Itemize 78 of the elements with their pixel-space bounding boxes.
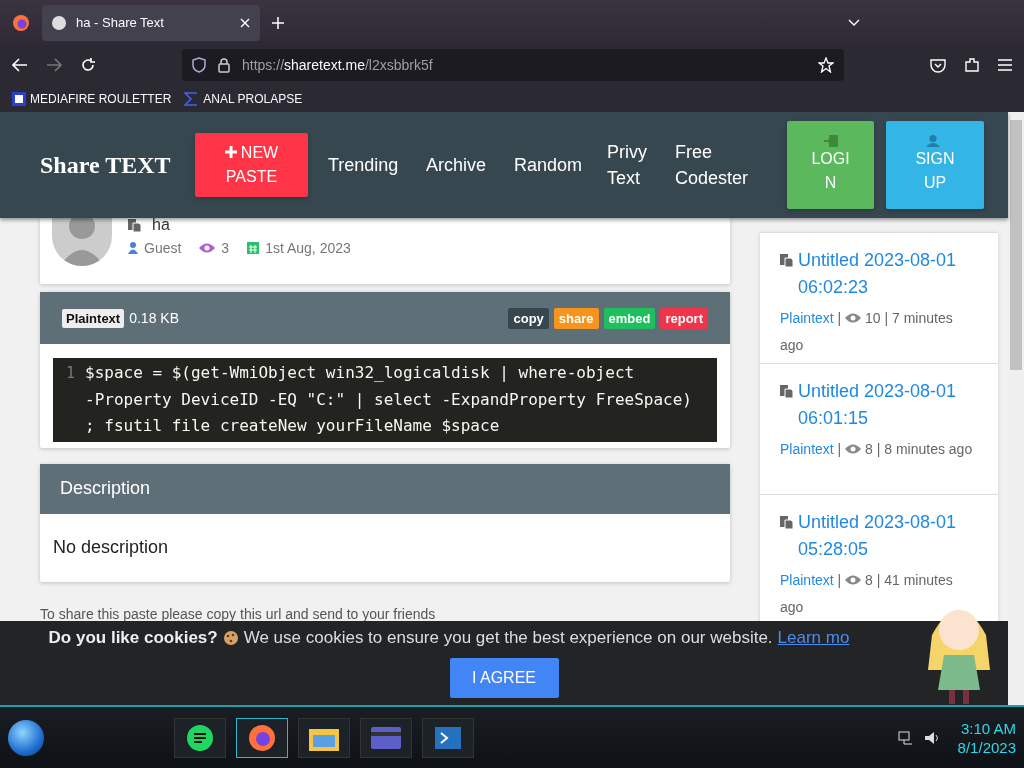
terminal-icon[interactable] bbox=[422, 717, 474, 758]
paste-date: 1st Aug, 2023 bbox=[265, 240, 351, 256]
reload-icon[interactable] bbox=[80, 57, 96, 73]
music-app-icon[interactable] bbox=[174, 717, 226, 758]
learn-more-link[interactable]: Learn mo bbox=[777, 628, 850, 648]
cookie-question: Do you like cookies? bbox=[48, 628, 218, 648]
browser-app-icon[interactable] bbox=[236, 717, 288, 758]
forward-icon[interactable] bbox=[46, 58, 62, 72]
sigma-icon bbox=[183, 91, 200, 106]
author: Guest bbox=[144, 240, 182, 256]
user-icon bbox=[128, 242, 138, 254]
eye-icon bbox=[845, 444, 862, 454]
calendar-icon bbox=[247, 242, 260, 254]
card-app-icon[interactable] bbox=[360, 717, 412, 758]
volume-icon[interactable] bbox=[923, 729, 940, 746]
site-icon bbox=[52, 15, 66, 30]
chevron-down-icon[interactable] bbox=[848, 18, 860, 27]
agree-button[interactable]: I AGREE bbox=[449, 658, 559, 698]
lock-icon[interactable] bbox=[218, 57, 230, 73]
eye-icon bbox=[845, 575, 862, 585]
browser-tab[interactable]: ha - Share Text bbox=[42, 4, 260, 41]
line-number: 1 bbox=[64, 363, 76, 384]
nav-link[interactable]: Free Codester bbox=[675, 139, 765, 191]
copy-icon bbox=[780, 515, 794, 529]
back-icon[interactable] bbox=[12, 58, 28, 72]
start-button[interactable] bbox=[8, 719, 44, 756]
bookmark[interactable]: ANAL PROLAPSE bbox=[183, 91, 303, 106]
network-icon[interactable] bbox=[897, 729, 914, 746]
paste-meta: Plaintext | 8 | 8 minutes ago bbox=[780, 440, 974, 459]
address-bar[interactable]: https://sharetext.me/l2xsbbrk5f bbox=[182, 49, 844, 81]
syntax-link[interactable]: Plaintext bbox=[780, 310, 834, 326]
cookie-text: We use cookies to ensure you get the best experience on our website. bbox=[243, 628, 773, 648]
browser-logo-icon[interactable] bbox=[12, 13, 30, 32]
extensions-icon[interactable] bbox=[964, 57, 980, 73]
syntax-link[interactable]: Plaintext bbox=[780, 441, 834, 457]
shield-icon[interactable] bbox=[192, 57, 206, 73]
share-hint: To share this paste please copy this url and send to your friends bbox=[40, 605, 437, 622]
paste-meta: Plaintext | 8 | 41 minutes ago bbox=[780, 571, 954, 617]
bookmark[interactable]: MEDIAFIRE ROULETTER bbox=[12, 91, 172, 106]
description-title: Description bbox=[40, 463, 730, 514]
site-logo[interactable]: Share TEXT bbox=[40, 151, 195, 179]
eye-icon bbox=[199, 243, 216, 253]
clock[interactable]: 3:10 AM 8/1/2023 bbox=[957, 718, 1016, 757]
syntax-label: Plaintext bbox=[62, 308, 125, 328]
copy-icon bbox=[780, 253, 794, 267]
login-icon bbox=[823, 135, 838, 147]
nav-link[interactable]: Random bbox=[514, 152, 589, 178]
folder-icon[interactable] bbox=[298, 717, 350, 758]
new-paste-button[interactable]: NEW PASTE bbox=[195, 133, 308, 197]
new-tab-icon[interactable] bbox=[272, 16, 284, 29]
paste-meta: Plaintext | 10 | 7 minutes ago bbox=[780, 309, 954, 355]
view-count: 3 bbox=[221, 240, 230, 256]
nav-link[interactable]: Privy Text bbox=[607, 139, 657, 191]
paste-link[interactable]: Untitled 2023-08-01 06:01:15 bbox=[798, 378, 973, 432]
syntax-link[interactable]: Plaintext bbox=[780, 572, 834, 588]
url-text: https://sharetext.me/l2xsbbrk5f bbox=[242, 57, 434, 73]
paste-link[interactable]: Untitled 2023-08-01 05:28:05 bbox=[798, 509, 973, 563]
action-button[interactable]: copy bbox=[508, 307, 549, 329]
action-button[interactable]: report bbox=[660, 307, 708, 329]
star-icon[interactable] bbox=[818, 57, 834, 73]
paste-link[interactable]: Untitled 2023-08-01 06:02:23 bbox=[798, 247, 973, 301]
description-text: No description bbox=[53, 537, 169, 558]
avatar-icon bbox=[52, 218, 112, 266]
close-icon[interactable] bbox=[240, 17, 250, 28]
paste-size: 0.18 KB bbox=[129, 310, 180, 326]
copy-icon bbox=[780, 384, 794, 398]
action-button[interactable]: embed bbox=[603, 307, 656, 329]
nav-link[interactable]: Archive bbox=[426, 152, 496, 178]
login-button[interactable]: LOGIN bbox=[787, 121, 874, 209]
pocket-icon[interactable] bbox=[930, 57, 946, 73]
nav-link[interactable]: Trending bbox=[328, 152, 408, 178]
paste-title: ha bbox=[152, 218, 170, 232]
eye-icon bbox=[845, 313, 862, 323]
bookmark-icon bbox=[12, 91, 26, 106]
plus-icon bbox=[224, 146, 237, 158]
menu-icon[interactable] bbox=[998, 59, 1012, 71]
cookie-icon bbox=[222, 630, 239, 646]
code-text: $space = $(get-WmiObject win32_logicaldisk | where-object -Property DeviceID -EQ "C:" | select -ExpandProperty FreeSpace) ; fsutil file createNew yourFileName $space bbox=[85, 362, 693, 437]
